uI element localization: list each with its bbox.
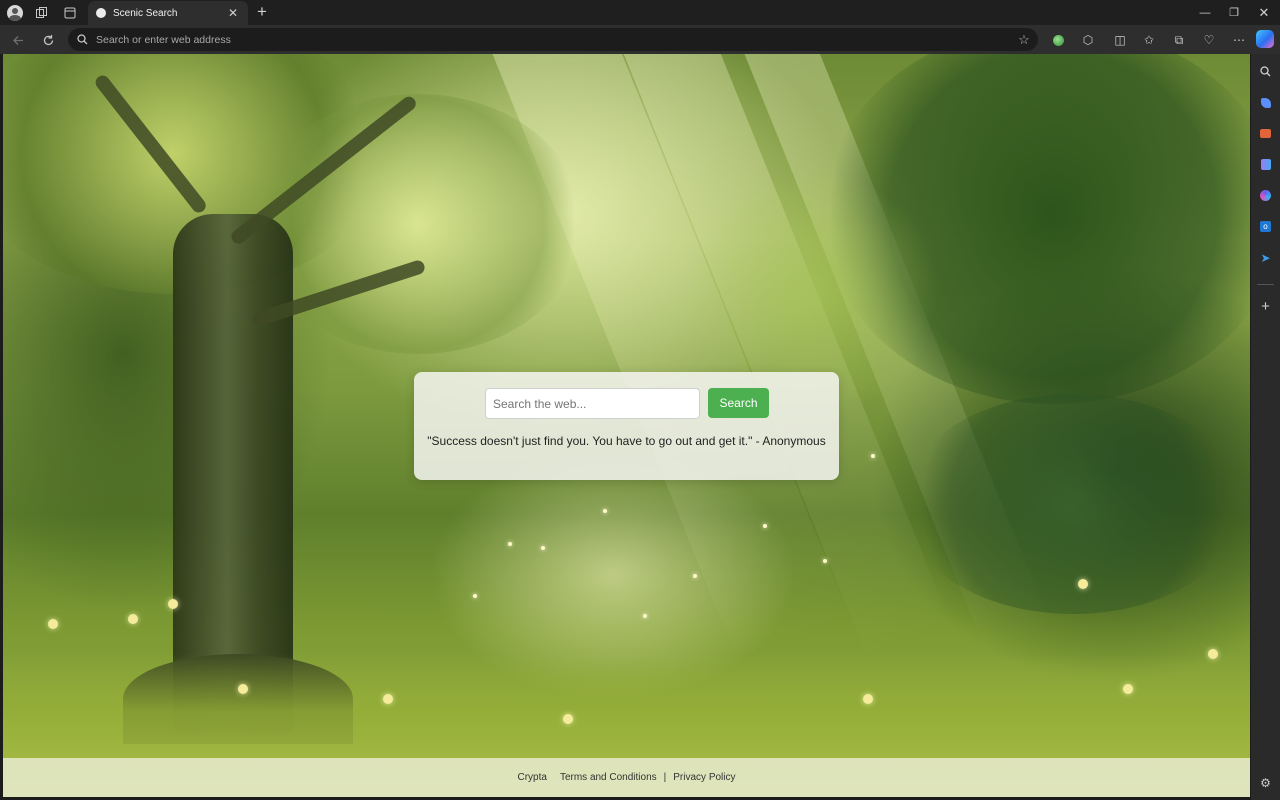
settings-more-button[interactable]: ⋯ (1229, 30, 1249, 50)
back-button[interactable] (8, 30, 28, 50)
browser-sidebar: o ➤ + ⚙ (1251, 54, 1280, 800)
back-arrow-icon (12, 35, 23, 45)
workspaces-icon (36, 7, 47, 18)
add-sidebar-app-icon[interactable]: + (1258, 298, 1273, 315)
shopping-tag-icon[interactable] (1258, 95, 1273, 110)
search-card: Search "Success doesn't just find you. Y… (414, 372, 839, 480)
footer-separator: | (663, 772, 667, 783)
new-tab-button[interactable]: + (253, 3, 271, 21)
sidebar-divider (1257, 284, 1274, 285)
microsoft-365-icon[interactable] (1258, 188, 1273, 203)
globe-favicon-icon (96, 8, 106, 18)
collections-icon: ⧉ (1174, 32, 1184, 47)
minimize-button[interactable]: — (1189, 0, 1221, 25)
profile-avatar-icon (6, 4, 23, 21)
tab-actions-button[interactable] (56, 0, 83, 25)
tools-briefcase-icon[interactable] (1258, 126, 1273, 141)
favorite-star-icon[interactable]: ☆ (1010, 32, 1038, 48)
footer-link-privacy[interactable]: Privacy Policy (673, 772, 735, 783)
favorites-icon: ✩ (1143, 33, 1155, 47)
page-viewport: Search "Success doesn't just find you. Y… (3, 54, 1250, 797)
browser-toolbar: Search or enter web address ☆ ⬡ ◫ ✩ ⧉ ♡ … (0, 25, 1280, 54)
favorites-button[interactable]: ✩ (1139, 30, 1159, 50)
split-screen-button[interactable]: ◫ (1110, 30, 1130, 50)
sidebar-settings-gear-icon[interactable]: ⚙ (1258, 775, 1273, 790)
tab-title: Scenic Search (113, 7, 178, 19)
green-globe-icon (1052, 34, 1064, 46)
collections-button[interactable]: ⧉ (1169, 30, 1189, 50)
tab-scenic-search[interactable]: Scenic Search ✕ (88, 1, 248, 25)
sidebar-search-icon[interactable] (1258, 64, 1273, 79)
tab-actions-icon (64, 7, 75, 18)
outlook-icon[interactable]: o (1258, 219, 1273, 234)
send-drop-icon[interactable]: ➤ (1258, 250, 1273, 265)
games-icon[interactable] (1258, 157, 1273, 172)
heart-pulse-icon: ♡ (1203, 33, 1215, 47)
extensions-button[interactable]: ⬡ (1078, 30, 1098, 50)
search-button[interactable]: Search (708, 388, 769, 418)
browser-essentials-button[interactable]: ♡ (1199, 30, 1219, 50)
workspaces-button[interactable] (28, 0, 55, 25)
more-dots-icon: ⋯ (1233, 33, 1245, 47)
extension-globe-button[interactable] (1048, 30, 1068, 50)
puzzle-icon: ⬡ (1082, 33, 1094, 47)
footer-link-crypta[interactable]: Crypta (517, 772, 546, 783)
footer-link-terms[interactable]: Terms and Conditions (560, 772, 657, 783)
browser-tab-bar: Scenic Search ✕ + — ❐ ✕ (0, 0, 1280, 25)
page-footer: Crypta Terms and Conditions | Privacy Po… (3, 758, 1250, 797)
search-icon (68, 34, 96, 45)
address-bar[interactable]: Search or enter web address ☆ (68, 28, 1038, 51)
split-screen-icon: ◫ (1114, 33, 1126, 47)
close-window-button[interactable]: ✕ (1248, 0, 1280, 25)
profile-button[interactable] (1, 0, 28, 25)
address-bar-placeholder: Search or enter web address (96, 33, 231, 46)
refresh-button[interactable] (38, 30, 58, 50)
restore-button[interactable]: ❐ (1218, 0, 1250, 25)
quote-text: "Success doesn't just find you. You have… (427, 434, 826, 448)
search-input[interactable] (485, 388, 700, 419)
refresh-icon (43, 34, 53, 45)
copilot-icon[interactable] (1256, 30, 1274, 48)
tab-close-icon[interactable]: ✕ (226, 6, 240, 20)
